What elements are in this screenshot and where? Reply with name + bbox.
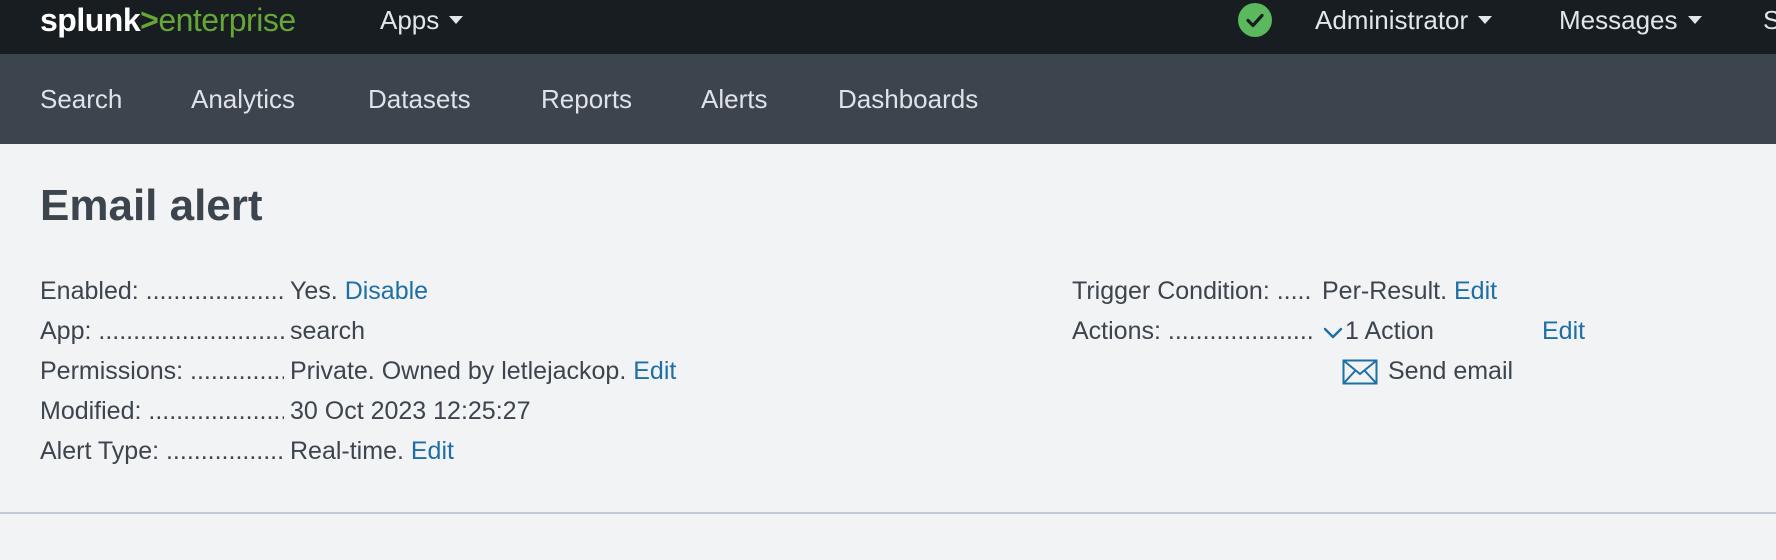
top-bar: splunk>enterprise Apps Administrator Mes… [0,0,1776,54]
alert-type-value-group: Real-time. Edit [290,434,454,468]
apps-menu[interactable]: Apps [380,2,464,38]
checkmark-icon [1246,13,1264,28]
trigger-condition-value-group: Per-Result. Edit [1322,274,1497,308]
chevron-down-icon [449,16,464,25]
permissions-value: Private. Owned by letlejackop. [290,357,627,385]
nav-dashboards[interactable]: Dashboards [838,82,978,116]
settings-menu-label: S [1763,5,1776,35]
permissions-edit-link[interactable]: Edit [633,357,676,385]
logo-text-enterprise: enterprise [158,2,296,38]
chevron-down-icon [1478,16,1493,25]
enabled-label: Enabled: ...............................… [40,277,284,305]
chevron-down-icon [1687,16,1702,25]
nav-reports[interactable]: Reports [541,82,632,116]
splunk-logo[interactable]: splunk>enterprise [40,2,296,38]
page-title: Email alert [40,181,263,230]
permissions-value-group: Private. Owned by letlejackop. Edit [290,354,676,388]
trigger-condition-label: Trigger Condition: ........... [1072,277,1312,305]
actions-label: Actions: ...............................… [1072,317,1312,345]
permissions-label: Permissions: ...........................… [40,357,284,385]
check-circle-icon[interactable] [1238,3,1272,37]
actions-count[interactable]: 1 Action [1345,314,1434,348]
app-value: search [290,317,366,345]
enabled-value-group: Yes. Disable [290,274,428,308]
actions-edit-link[interactable]: Edit [1542,314,1585,348]
apps-menu-label: Apps [380,5,440,35]
logo-text-splunk: splunk [40,2,141,38]
administrator-menu[interactable]: Administrator [1315,2,1493,38]
app-nav-bar: Search Analytics Datasets Reports Alerts… [0,54,1776,144]
alert-type-label: Alert Type: ............................… [40,437,284,465]
modified-value: 30 Oct 2023 12:25:27 [290,397,531,425]
send-email-action: Send email [1388,357,1514,385]
nav-datasets[interactable]: Datasets [368,82,471,116]
alert-type-value: Real-time. [290,437,404,465]
settings-menu-partial[interactable]: S [1763,2,1776,38]
chevron-down-icon[interactable] [1322,322,1344,344]
administrator-menu-label: Administrator [1315,5,1469,35]
nav-search[interactable]: Search [40,82,122,116]
modified-label: Modified: ..............................… [40,397,284,425]
messages-menu[interactable]: Messages [1559,2,1702,38]
app-label: App: ...................................… [40,317,284,345]
messages-menu-label: Messages [1559,5,1678,35]
section-divider [0,512,1776,514]
trigger-condition-value: Per-Result. [1322,277,1448,305]
logo-text-caret: > [140,2,159,38]
nav-analytics[interactable]: Analytics [191,82,295,116]
trigger-condition-edit-link[interactable]: Edit [1454,277,1497,305]
nav-alerts[interactable]: Alerts [701,82,767,116]
envelope-icon [1342,359,1378,385]
alert-type-edit-link[interactable]: Edit [411,437,454,465]
disable-link[interactable]: Disable [345,277,428,305]
enabled-value: Yes. [290,277,338,305]
